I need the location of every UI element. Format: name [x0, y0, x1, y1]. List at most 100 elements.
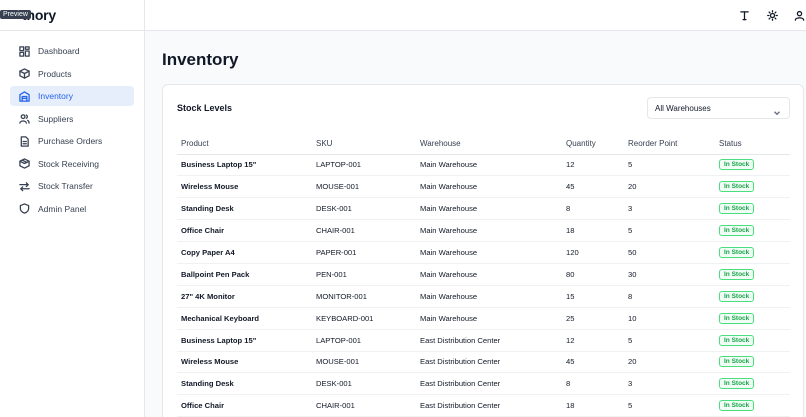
sidebar-item-stock-receiving[interactable]: Stock Receiving [10, 154, 134, 174]
sidebar: thory Preview Dashboard Products Invento… [0, 0, 145, 417]
cell-warehouse: Main Warehouse [416, 241, 562, 264]
chevron-down-icon [773, 104, 781, 116]
cell-product: Copy Paper A4 [177, 241, 312, 264]
transfer-arrows-icon [18, 180, 30, 192]
preview-badge: Preview [0, 10, 31, 19]
sidebar-item-label: Admin Panel [38, 203, 87, 214]
sidebar-item-products[interactable]: Products [10, 64, 134, 84]
column-header-quantity[interactable]: Quantity [562, 133, 624, 155]
status-badge: In Stock [719, 225, 755, 237]
sun-icon[interactable] [766, 9, 779, 22]
table-row[interactable]: Wireless Mouse MOUSE-001 East Distributi… [177, 351, 790, 374]
cell-status: In Stock [715, 263, 790, 286]
cell-reorder-point: 5 [624, 394, 715, 417]
status-badge: In Stock [719, 312, 755, 324]
cell-status: In Stock [715, 394, 790, 417]
cell-reorder-point: 8 [624, 285, 715, 308]
top-bar [145, 0, 806, 31]
cell-status: In Stock [715, 197, 790, 221]
warehouse-filter-select[interactable]: All Warehouses [647, 97, 790, 119]
sidebar-item-label: Suppliers [38, 113, 74, 124]
main-content: Inventory Stock Levels All Warehouses Pr… [145, 31, 806, 417]
sidebar-item-suppliers[interactable]: Suppliers [10, 109, 134, 129]
cell-reorder-point: 5 [624, 154, 715, 177]
table-row[interactable]: Wireless Mouse MOUSE-001 Main Warehouse … [177, 175, 790, 199]
cell-status: In Stock [715, 154, 790, 177]
sidebar-item-purchase-orders[interactable]: Purchase Orders [10, 131, 134, 151]
warehouse-filter-value: All Warehouses [655, 103, 711, 113]
cell-quantity: 120 [562, 241, 624, 264]
cell-product: 27" 4K Monitor [177, 285, 312, 308]
cell-product: Business Laptop 15" [177, 329, 312, 352]
sidebar-item-admin-panel[interactable]: Admin Panel [10, 199, 134, 219]
text-icon[interactable] [738, 9, 751, 22]
cell-reorder-point: 5 [624, 329, 715, 352]
sidebar-item-label: Inventory [38, 91, 73, 101]
table-row[interactable]: Mechanical Keyboard KEYBOARD-001 Main Wa… [177, 307, 790, 330]
column-header-product[interactable]: Product [177, 133, 312, 155]
table-row[interactable]: Business Laptop 15" LAPTOP-001 Main Ware… [177, 154, 790, 177]
cell-warehouse: East Distribution Center [416, 394, 562, 417]
column-header-sku[interactable]: SKU [312, 133, 416, 155]
table-row[interactable]: Standing Desk DESK-001 East Distribution… [177, 372, 790, 396]
status-badge: In Stock [719, 181, 755, 193]
sidebar-item-inventory[interactable]: Inventory [10, 86, 134, 106]
cell-product: Office Chair [177, 219, 312, 243]
cell-warehouse: Main Warehouse [416, 285, 562, 308]
warehouse-icon [18, 90, 30, 102]
cell-warehouse: Main Warehouse [416, 263, 562, 286]
cell-reorder-point: 3 [624, 372, 715, 396]
status-badge: In Stock [719, 334, 755, 346]
cell-status: In Stock [715, 351, 790, 374]
user-icon[interactable] [793, 9, 806, 22]
cell-sku: LAPTOP-001 [312, 154, 416, 177]
dashboard-icon [18, 45, 30, 57]
cell-status: In Stock [715, 219, 790, 243]
cell-sku: CHAIR-001 [312, 394, 416, 417]
cell-sku: PEN-001 [312, 263, 416, 286]
cell-status: In Stock [715, 285, 790, 308]
cell-reorder-point: 50 [624, 241, 715, 264]
column-header-warehouse[interactable]: Warehouse [416, 133, 562, 155]
cell-product: Office Chair [177, 394, 312, 417]
status-badge: In Stock [719, 290, 755, 302]
cell-status: In Stock [715, 175, 790, 199]
sidebar-item-stock-transfer[interactable]: Stock Transfer [10, 176, 134, 196]
cell-warehouse: East Distribution Center [416, 329, 562, 352]
cell-product: Standing Desk [177, 372, 312, 396]
cell-warehouse: Main Warehouse [416, 307, 562, 330]
table-row[interactable]: Office Chair CHAIR-001 East Distribution… [177, 394, 790, 417]
cell-sku: MONITOR-001 [312, 285, 416, 308]
table-row[interactable]: Office Chair CHAIR-001 Main Warehouse 18… [177, 219, 790, 243]
table-row[interactable]: Business Laptop 15" LAPTOP-001 East Dist… [177, 329, 790, 352]
column-header-status[interactable]: Status [715, 133, 790, 155]
cell-sku: DESK-001 [312, 372, 416, 396]
table-row[interactable]: Copy Paper A4 PAPER-001 Main Warehouse 1… [177, 241, 790, 264]
cell-quantity: 45 [562, 175, 624, 199]
sidebar-item-dashboard[interactable]: Dashboard [10, 41, 134, 61]
table-row[interactable]: Ballpoint Pen Pack PEN-001 Main Warehous… [177, 263, 790, 286]
stock-table: Product SKU Warehouse Quantity Reorder P… [177, 133, 790, 417]
status-badge: In Stock [719, 378, 755, 390]
cell-quantity: 45 [562, 351, 624, 374]
shield-icon [18, 203, 30, 215]
cell-status: In Stock [715, 307, 790, 330]
table-header-row: Product SKU Warehouse Quantity Reorder P… [177, 133, 790, 155]
cell-sku: KEYBOARD-001 [312, 307, 416, 330]
cell-quantity: 8 [562, 197, 624, 221]
cell-product: Ballpoint Pen Pack [177, 263, 312, 286]
cell-sku: LAPTOP-001 [312, 329, 416, 352]
cell-warehouse: Main Warehouse [416, 154, 562, 177]
box-receive-icon [18, 158, 30, 170]
cell-quantity: 18 [562, 394, 624, 417]
cell-warehouse: Main Warehouse [416, 197, 562, 221]
cell-product: Business Laptop 15" [177, 154, 312, 177]
page-title: Inventory [162, 50, 239, 69]
cell-product: Standing Desk [177, 197, 312, 221]
table-row[interactable]: 27" 4K Monitor MONITOR-001 Main Warehous… [177, 285, 790, 308]
table-row[interactable]: Standing Desk DESK-001 Main Warehouse 8 … [177, 197, 790, 221]
column-header-reorder-point[interactable]: Reorder Point [624, 133, 715, 155]
status-badge: In Stock [719, 268, 755, 280]
document-icon [18, 135, 30, 147]
cell-status: In Stock [715, 329, 790, 352]
